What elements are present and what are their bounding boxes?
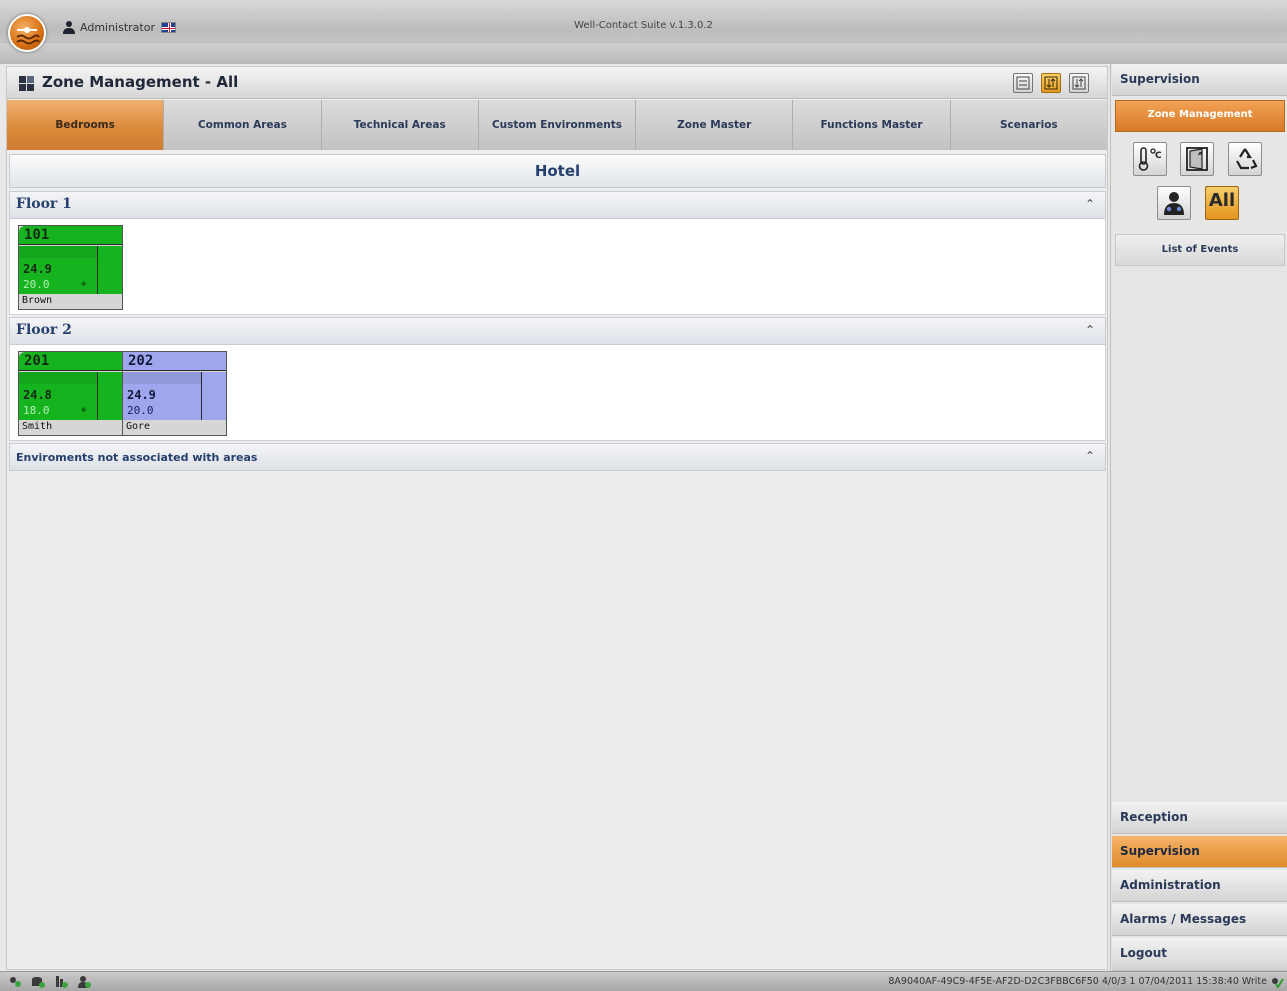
floor-label: Floor 2	[16, 322, 72, 338]
building-title: Hotel	[9, 154, 1106, 188]
tab-common-areas[interactable]: Common Areas	[164, 100, 322, 150]
presence-icon: ◈	[81, 405, 87, 415]
unassociated-label: Enviroments not associated with areas	[16, 451, 258, 464]
room-tile-101[interactable]: 101 24.9 20.0 ◈ Brown	[18, 225, 123, 310]
right-panel: Supervision Zone Management C All List o…	[1110, 64, 1287, 971]
database-status-icon	[31, 975, 46, 989]
user-area[interactable]: Administrator	[62, 19, 176, 35]
room-status-area: 24.8 18.0 ◈	[19, 372, 122, 420]
room-header: 201	[19, 352, 122, 371]
bus-status-icon	[54, 975, 69, 989]
zone-grid-icon	[19, 76, 34, 91]
window-title-wrap: Well-Contact Suite v.1.3.0.2	[0, 20, 1287, 31]
room-header: 202	[123, 352, 226, 371]
menu-administration[interactable]: Administration	[1112, 870, 1287, 902]
room-status-area: 24.9 20.0 ◈	[19, 246, 122, 294]
sort-view-icon	[1044, 76, 1058, 90]
room-setpoint: 20.0	[23, 278, 50, 291]
recycle-filter-button[interactable]	[1228, 142, 1262, 176]
menu-logout[interactable]: Logout	[1112, 938, 1287, 971]
user-name: Administrator	[80, 20, 155, 34]
menu-supervision[interactable]: Supervision	[1112, 836, 1287, 868]
tab-scenarios[interactable]: Scenarios	[950, 100, 1107, 150]
room-number: 101	[24, 227, 50, 243]
uk-flag-icon[interactable]	[161, 21, 176, 33]
connection-ok-icon	[1270, 975, 1284, 989]
floor-label: Floor 1	[16, 196, 72, 212]
collapse-chevron-icon[interactable]: ⌃	[1085, 323, 1095, 337]
svg-text:C: C	[1155, 151, 1162, 161]
status-text: 8A9040AF-49C9-4F5E-AF2D-D2C3FBBC6F50 4/0…	[888, 976, 1267, 987]
main-header: Zone Management - All	[7, 67, 1107, 99]
tab-bedrooms[interactable]: Bedrooms	[7, 100, 165, 150]
room-status-area: 24.9 20.0	[123, 372, 226, 420]
app-logo[interactable]	[8, 14, 46, 52]
collapse-chevron-icon[interactable]: ⌃	[1085, 197, 1095, 211]
menu-reception[interactable]: Reception	[1112, 802, 1287, 834]
room-temperature: 24.9	[127, 388, 156, 402]
menu-alarms-messages[interactable]: Alarms / Messages	[1112, 904, 1287, 936]
temperature-filter-button[interactable]: C	[1133, 142, 1167, 176]
title-bar: Administrator Well-Contact Suite v.1.3.0…	[0, 0, 1287, 64]
recycle-icon	[1236, 148, 1258, 170]
collapse-chevron-icon[interactable]: ⌃	[1085, 449, 1095, 463]
presence-icon: ◈	[81, 279, 87, 289]
unassociated-header[interactable]: Enviroments not associated with areas ⌃	[9, 443, 1106, 471]
all-filter-button[interactable]: All	[1205, 186, 1239, 220]
network-status-icon	[8, 975, 23, 989]
all-filter-label: All	[1208, 190, 1236, 211]
room-tile-201[interactable]: 201 24.8 18.0 ◈ Smith	[18, 351, 123, 436]
floor-header-2[interactable]: Floor 2 ⌃	[9, 317, 1106, 345]
category-tabs: Bedrooms Common Areas Technical Areas Cu…	[7, 100, 1107, 150]
door-icon	[1186, 147, 1208, 171]
door-filter-button[interactable]	[1180, 142, 1214, 176]
list-of-events-button[interactable]: List of Events	[1115, 234, 1285, 266]
room-number: 202	[128, 353, 154, 369]
number-name-view-button[interactable]	[1013, 73, 1033, 93]
reorder-view-icon	[1072, 76, 1086, 90]
guest-name: Smith	[22, 421, 53, 432]
zone-management-button[interactable]: Zone Management	[1115, 100, 1285, 132]
guest-name: Gore	[126, 421, 151, 432]
reorder-view-button[interactable]	[1069, 73, 1089, 93]
tab-technical-areas[interactable]: Technical Areas	[321, 100, 479, 150]
room-header: 101	[19, 226, 122, 245]
tab-zone-master[interactable]: Zone Master	[636, 100, 794, 150]
room-number: 201	[24, 353, 50, 369]
page-title: Zone Management - All	[42, 73, 239, 91]
user-status-icon	[77, 975, 92, 989]
logo-icon	[16, 27, 40, 45]
title-strip	[0, 42, 1287, 64]
room-setpoint: 20.0	[127, 404, 154, 417]
number-name-view-icon	[1016, 76, 1030, 90]
room-setpoint: 18.0	[23, 404, 50, 417]
room-temperature: 24.9	[23, 262, 52, 276]
floor-body-2: 201 24.8 18.0 ◈ Smith 202 24.9 20.0 Gore	[9, 345, 1106, 441]
supervision-section-header[interactable]: Supervision	[1112, 64, 1287, 96]
thermometer-icon: C	[1138, 147, 1162, 171]
tab-custom-environments[interactable]: Custom Environments	[478, 100, 637, 150]
floor-header-1[interactable]: Floor 1 ⌃	[9, 191, 1106, 219]
main-panel: Zone Management - All Bedrooms Common Ar…	[6, 66, 1108, 970]
guest-name: Brown	[22, 295, 53, 306]
floor-body-1: 101 24.9 20.0 ◈ Brown	[9, 219, 1106, 315]
tab-functions-master[interactable]: Functions Master	[793, 100, 951, 150]
status-bar: 8A9040AF-49C9-4F5E-AF2D-D2C3FBBC6F50 4/0…	[0, 971, 1287, 991]
zone-content: Hotel Floor 1 ⌃ 101 24.9 20.0 ◈ Brown Fl…	[9, 154, 1106, 966]
guest-filter-button[interactable]	[1157, 186, 1191, 220]
window-title: Well-Contact Suite v.1.3.0.2	[574, 20, 713, 31]
status-icons	[8, 975, 92, 989]
user-icon	[63, 21, 75, 34]
sort-view-button[interactable]	[1041, 73, 1061, 93]
room-temperature: 24.8	[23, 388, 52, 402]
room-tile-202[interactable]: 202 24.9 20.0 Gore	[122, 351, 227, 436]
guest-icon	[1164, 192, 1184, 215]
